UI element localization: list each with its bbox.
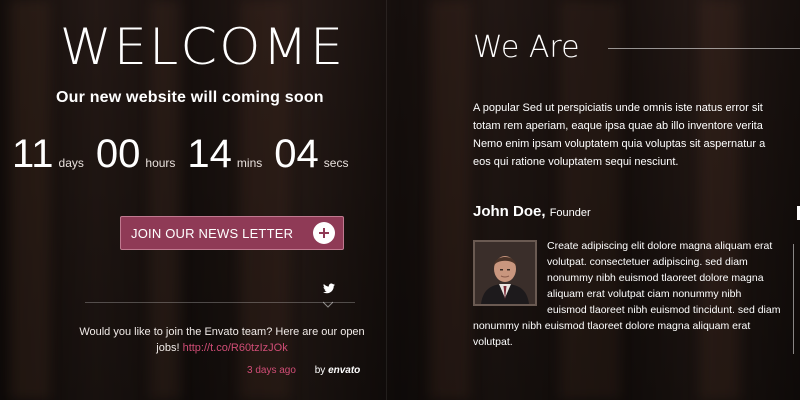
tweet-author-name: envato xyxy=(328,365,361,376)
tweet-divider xyxy=(85,302,355,303)
background-stripe xyxy=(430,0,470,400)
team-member-bio: Create adipiscing elit dolore magna aliq… xyxy=(473,238,783,350)
heading-rule xyxy=(608,48,800,49)
tweet-author-prefix: by xyxy=(314,365,326,376)
bio-photo-spacer xyxy=(473,238,547,306)
about-line: totam rem aperiam, eaque ipsa quae ab il… xyxy=(473,120,763,132)
countdown-timer: 11 days 00 hours 14 mins 04 secs xyxy=(12,132,360,177)
team-member-heading: John Doe, Founder xyxy=(473,203,591,220)
tweet-meta: 3 days ago by envato xyxy=(247,365,360,376)
countdown-days-unit: days xyxy=(58,156,84,170)
next-member-photo-edge xyxy=(793,244,800,354)
tweet-timestamp[interactable]: 3 days ago xyxy=(247,365,296,376)
about-line: A popular Sed ut perspiciatis unde omnis… xyxy=(473,102,763,114)
welcome-title: WELCOME xyxy=(59,18,346,76)
tweet-author: by envato xyxy=(315,365,361,376)
tweet-body: Would you like to join the Envato team? … xyxy=(78,324,366,356)
join-newsletter-button[interactable]: JOIN OUR NEWS LETTER xyxy=(120,216,344,250)
countdown-secs-value: 04 xyxy=(274,132,319,176)
tweet-link[interactable]: http://t.co/R60tzIzJOk xyxy=(183,342,288,354)
about-line: eos qui ratione voluptatem sequi nesciun… xyxy=(473,156,679,168)
about-line: Nemo enim ipsam voluptatem quia voluptas… xyxy=(473,138,766,150)
twitter-icon[interactable] xyxy=(323,279,335,298)
countdown-mins-value: 14 xyxy=(187,132,232,176)
team-member-name: John Doe, xyxy=(473,203,546,220)
newsletter-button-label: JOIN OUR NEWS LETTER xyxy=(131,225,294,241)
countdown-hours-unit: hours xyxy=(145,156,176,170)
countdown-hours-value: 00 xyxy=(95,132,141,176)
about-paragraph: A popular Sed ut perspiciatis unde omnis… xyxy=(473,99,800,171)
tweet-bubble-pointer xyxy=(323,301,333,308)
coming-soon-subtitle: Our new website will coming soon xyxy=(56,89,324,106)
countdown-mins-unit: mins xyxy=(236,156,263,170)
about-heading: We Are xyxy=(473,30,580,65)
countdown-days-value: 11 xyxy=(12,132,54,176)
plus-circle-icon xyxy=(313,222,335,244)
countdown-secs-unit: secs xyxy=(323,156,349,170)
team-member-role: Founder xyxy=(549,207,591,219)
